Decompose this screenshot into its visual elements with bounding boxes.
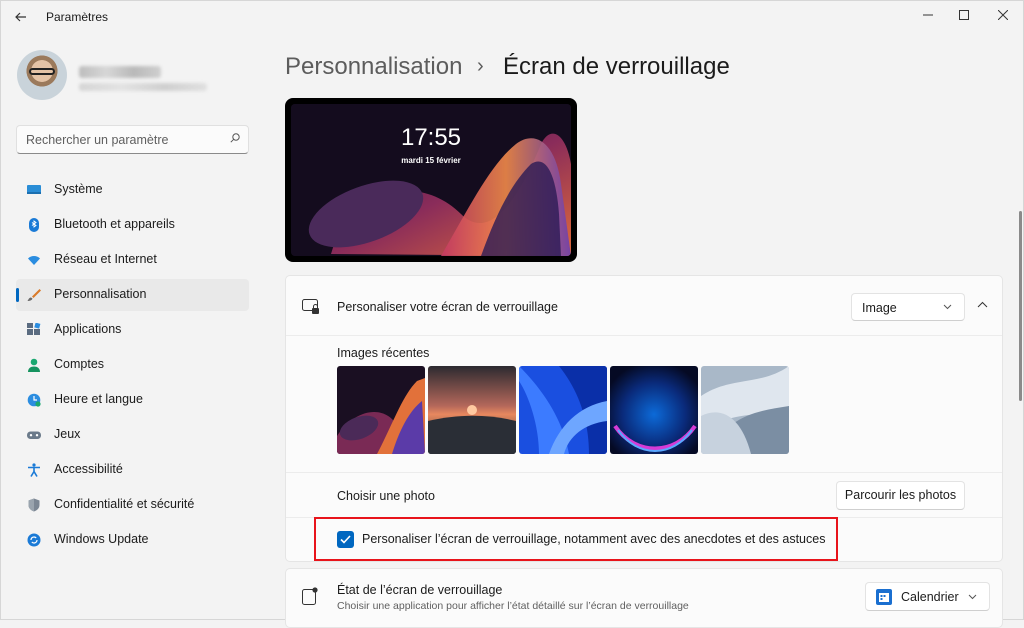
sidebar-item-personalization[interactable]: Personnalisation — [16, 279, 249, 311]
active-indicator — [16, 288, 19, 302]
sidebar-item-label: Applications — [54, 322, 122, 336]
accessibility-icon — [28, 463, 40, 477]
sidebar-item-label: Personnalisation — [54, 287, 147, 301]
close-icon — [997, 9, 1009, 21]
recent-image-3[interactable] — [519, 366, 607, 454]
divider — [286, 335, 1002, 336]
background-type-value: Image — [862, 301, 897, 315]
sidebar-item-apps[interactable]: Applications — [16, 314, 249, 346]
sidebar-item-gaming[interactable]: Jeux — [16, 419, 249, 451]
close-button[interactable] — [988, 5, 1018, 27]
sidebar-item-label: Jeux — [54, 427, 81, 441]
chevron-down-icon — [943, 304, 952, 310]
system-icon — [27, 185, 41, 194]
account-name-redacted — [79, 66, 161, 78]
brush-icon — [27, 289, 41, 301]
sidebar-item-label: Accessibilité — [54, 462, 123, 476]
sidebar-item-label: Système — [54, 182, 103, 196]
breadcrumb-parent[interactable]: Personnalisation — [285, 53, 462, 81]
update-icon — [27, 533, 41, 547]
chevron-down-icon — [968, 594, 977, 600]
recent-image-2-art — [428, 366, 516, 454]
recent-image-1[interactable] — [337, 366, 425, 454]
sidebar-item-label: Réseau et Internet — [54, 252, 157, 266]
background-type-dropdown[interactable]: Image — [851, 293, 965, 321]
lock-screen-preview: 17:55 mardi 15 février — [285, 98, 577, 262]
sidebar-item-label: Bluetooth et appareils — [54, 217, 175, 231]
divider — [286, 472, 1002, 473]
recent-image-4[interactable] — [610, 366, 698, 454]
avatar-glasses — [29, 68, 55, 75]
recent-images-label: Images récentes — [337, 346, 430, 360]
sidebar-item-label: Heure et langue — [54, 392, 143, 406]
sidebar-item-accessibility[interactable]: Accessibilité — [16, 454, 249, 486]
wifi-icon — [28, 256, 40, 265]
minimize-icon — [923, 14, 933, 16]
lock-screen-status-card: État de l’écran de verrouillage Choisir … — [285, 568, 1003, 628]
recent-image-1-art — [337, 366, 425, 454]
apps-icon — [27, 323, 41, 335]
sidebar-item-label: Comptes — [54, 357, 105, 371]
search-box[interactable]: Rechercher un paramètre — [16, 125, 249, 154]
search-input[interactable]: Rechercher un paramètre — [26, 133, 168, 147]
vertical-scrollbar[interactable] — [1019, 211, 1022, 401]
sidebar-item-windows-update[interactable]: Windows Update — [16, 524, 249, 556]
status-app-dropdown[interactable]: Calendrier — [865, 582, 990, 611]
sidebar-item-accounts[interactable]: Comptes — [16, 349, 249, 381]
choose-photo-label: Choisir une photo — [337, 489, 435, 503]
sidebar-item-label: Confidentialité et sécurité — [54, 497, 195, 511]
recent-image-3-art — [519, 366, 607, 454]
title-bar: Paramètres — [1, 1, 1023, 33]
recent-image-5[interactable] — [701, 366, 789, 454]
avatar[interactable] — [17, 50, 67, 100]
app-title: Paramètres — [46, 10, 109, 24]
bluetooth-icon — [29, 218, 39, 232]
browse-photos-button[interactable]: Parcourir les photos — [836, 481, 965, 510]
collapse-chevron-up-icon[interactable] — [977, 301, 988, 308]
sidebar-item-bluetooth[interactable]: Bluetooth et appareils — [16, 209, 249, 241]
sidebar-item-label: Windows Update — [54, 532, 149, 546]
accounts-icon — [28, 358, 40, 372]
maximize-button[interactable] — [949, 5, 979, 27]
sidebar-item-system[interactable]: Système — [16, 174, 249, 206]
breadcrumb-separator-icon: › — [477, 55, 484, 77]
highlight-annotation-box — [314, 517, 838, 561]
lock-screen-status-title: État de l’écran de verrouillage — [337, 583, 503, 597]
shield-icon — [28, 498, 40, 512]
account-email-redacted — [79, 83, 207, 91]
minimize-button[interactable] — [913, 5, 943, 27]
back-arrow-icon[interactable] — [13, 9, 29, 25]
preview-date: mardi 15 février — [401, 156, 461, 165]
sidebar-item-network[interactable]: Réseau et Internet — [16, 244, 249, 276]
lock-screen-status-icon — [302, 587, 318, 605]
preview-time: 17:55 — [400, 124, 462, 151]
settings-window: Paramètres Rechercher un paramètre Systè… — [0, 0, 1024, 628]
preview-wallpaper: 17:55 mardi 15 février — [291, 104, 571, 256]
sidebar-item-time-language[interactable]: Heure et langue — [16, 384, 249, 416]
recent-image-4-art — [610, 366, 698, 454]
lock-screen-setting-title: Personaliser votre écran de verrouillage — [337, 300, 558, 314]
recent-image-2[interactable] — [428, 366, 516, 454]
gaming-icon — [27, 431, 41, 439]
maximize-icon — [959, 10, 969, 20]
lock-screen-status-subtitle: Choisir une application pour afficher l’… — [337, 600, 689, 612]
status-app-value: Calendrier — [901, 590, 959, 604]
search-icon[interactable] — [230, 133, 240, 143]
recent-image-5-art — [701, 366, 789, 454]
lock-screen-icon — [302, 299, 319, 314]
page-title: Écran de verrouillage — [503, 53, 730, 80]
time-language-icon — [27, 393, 41, 407]
calendar-icon — [876, 589, 892, 605]
sidebar-item-privacy[interactable]: Confidentialité et sécurité — [16, 489, 249, 521]
